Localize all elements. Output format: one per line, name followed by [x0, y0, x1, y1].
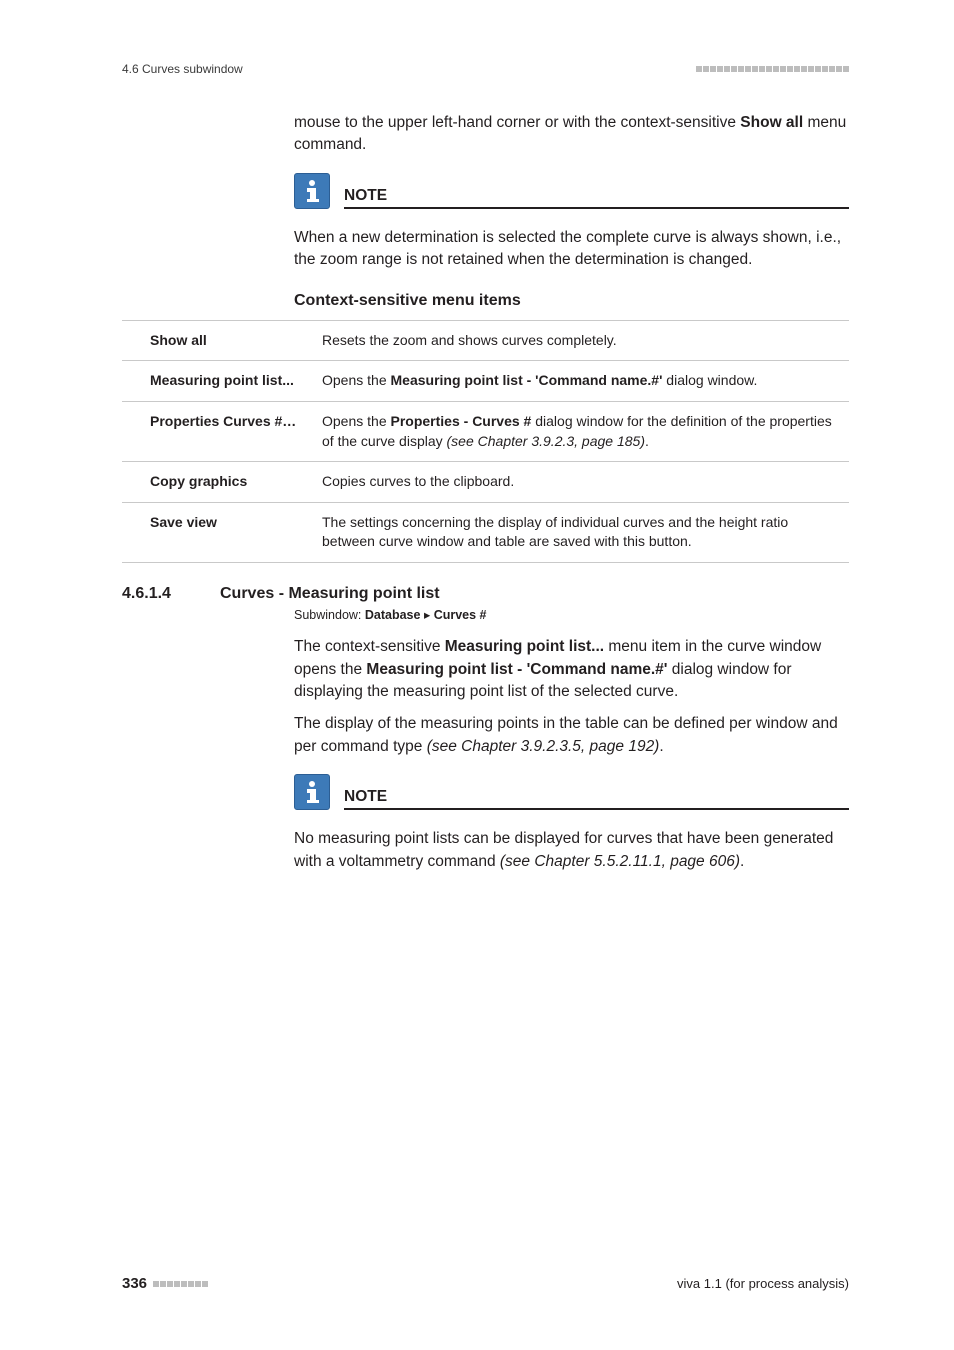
subwindow-database: Database — [365, 608, 421, 622]
table-row: Properties Curves #… Opens the Propertie… — [122, 402, 849, 462]
ctx-desc: Resets the zoom and shows curves complet… — [322, 320, 849, 361]
table-row: Copy graphics Copies curves to the clipb… — [122, 462, 849, 503]
p1-bold: Measuring point list - 'Command name.#' — [366, 661, 667, 678]
ctx-desc: Copies curves to the clipboard. — [322, 462, 849, 503]
table-row: Show all Resets the zoom and shows curve… — [122, 320, 849, 361]
section-number: 4.6.1.4 — [122, 585, 198, 603]
p1-text: The context-sensitive — [294, 638, 445, 655]
ctx-desc-text: Opens the — [322, 413, 391, 429]
section-paragraph-1: The context-sensitive Measuring point li… — [294, 636, 849, 703]
note-title: NOTE — [344, 187, 849, 205]
ctx-desc: The settings concerning the display of i… — [322, 502, 849, 562]
context-menu-table: Show all Resets the zoom and shows curve… — [122, 320, 849, 563]
info-icon — [294, 173, 330, 209]
page-number: 336 — [122, 1275, 147, 1292]
ctx-desc-bold: Properties - Curves # — [391, 413, 532, 429]
table-row: Save view The settings concerning the di… — [122, 502, 849, 562]
p2-italic: (see Chapter 3.9.2.3.5, page 192) — [427, 738, 660, 755]
header-section-path: 4.6 Curves subwindow — [122, 62, 243, 76]
note-title: NOTE — [344, 788, 849, 806]
ctx-desc-text: dialog window. — [662, 372, 757, 388]
note-rule — [344, 808, 849, 810]
ctx-desc-text: Opens the — [322, 372, 391, 388]
info-icon — [294, 774, 330, 810]
intro-paragraph: mouse to the upper left-hand corner or w… — [294, 112, 849, 157]
ctx-desc: Opens the Measuring point list - 'Comman… — [322, 361, 849, 402]
ctx-desc-text: . — [645, 433, 649, 449]
subwindow-sep: ▸ — [420, 608, 433, 622]
note-rule — [344, 207, 849, 209]
note-block-1: NOTE When a new determination is selecte… — [294, 173, 849, 272]
header-decoration — [696, 66, 849, 72]
ctx-desc-italic: (see Chapter 3.9.2.3, page 185) — [447, 433, 645, 449]
ctx-label-measuring-point: Measuring point list... — [122, 361, 322, 402]
ctx-desc-bold: Measuring point list - 'Command name.#' — [391, 372, 663, 388]
ctx-label-save-view: Save view — [122, 502, 322, 562]
note2-text: . — [740, 853, 744, 870]
context-menu-heading: Context-sensitive menu items — [294, 292, 849, 310]
intro-text: mouse to the upper left-hand corner or w… — [294, 114, 740, 131]
ctx-label-properties-curves: Properties Curves #… — [122, 402, 322, 462]
p1-bold: Measuring point list... — [445, 638, 604, 655]
note-text: No measuring point lists can be displaye… — [294, 828, 849, 873]
intro-show-all: Show all — [740, 114, 803, 131]
section-heading-row: 4.6.1.4 Curves - Measuring point list — [122, 585, 849, 603]
ctx-label-show-all: Show all — [122, 320, 322, 361]
ctx-label-copy-graphics: Copy graphics — [122, 462, 322, 503]
footer-decoration — [153, 1281, 208, 1287]
subwindow-curves: Curves # — [434, 608, 487, 622]
note2-italic: (see Chapter 5.5.2.11.1, page 606) — [500, 853, 740, 870]
subwindow-label: Subwindow: — [294, 608, 365, 622]
page-header: 4.6 Curves subwindow — [122, 62, 849, 76]
section-title: Curves - Measuring point list — [220, 585, 440, 603]
p2-text: . — [659, 738, 663, 755]
note-text: When a new determination is selected the… — [294, 227, 849, 272]
footer-product: viva 1.1 (for process analysis) — [677, 1276, 849, 1291]
note-block-2: NOTE No measuring point lists can be dis… — [294, 774, 849, 873]
page-footer: 336 viva 1.1 (for process analysis) — [122, 1275, 849, 1292]
ctx-desc: Opens the Properties - Curves # dialog w… — [322, 402, 849, 462]
subwindow-path: Subwindow: Database ▸ Curves # — [294, 607, 849, 622]
section-paragraph-2: The display of the measuring points in t… — [294, 713, 849, 758]
table-row: Measuring point list... Opens the Measur… — [122, 361, 849, 402]
